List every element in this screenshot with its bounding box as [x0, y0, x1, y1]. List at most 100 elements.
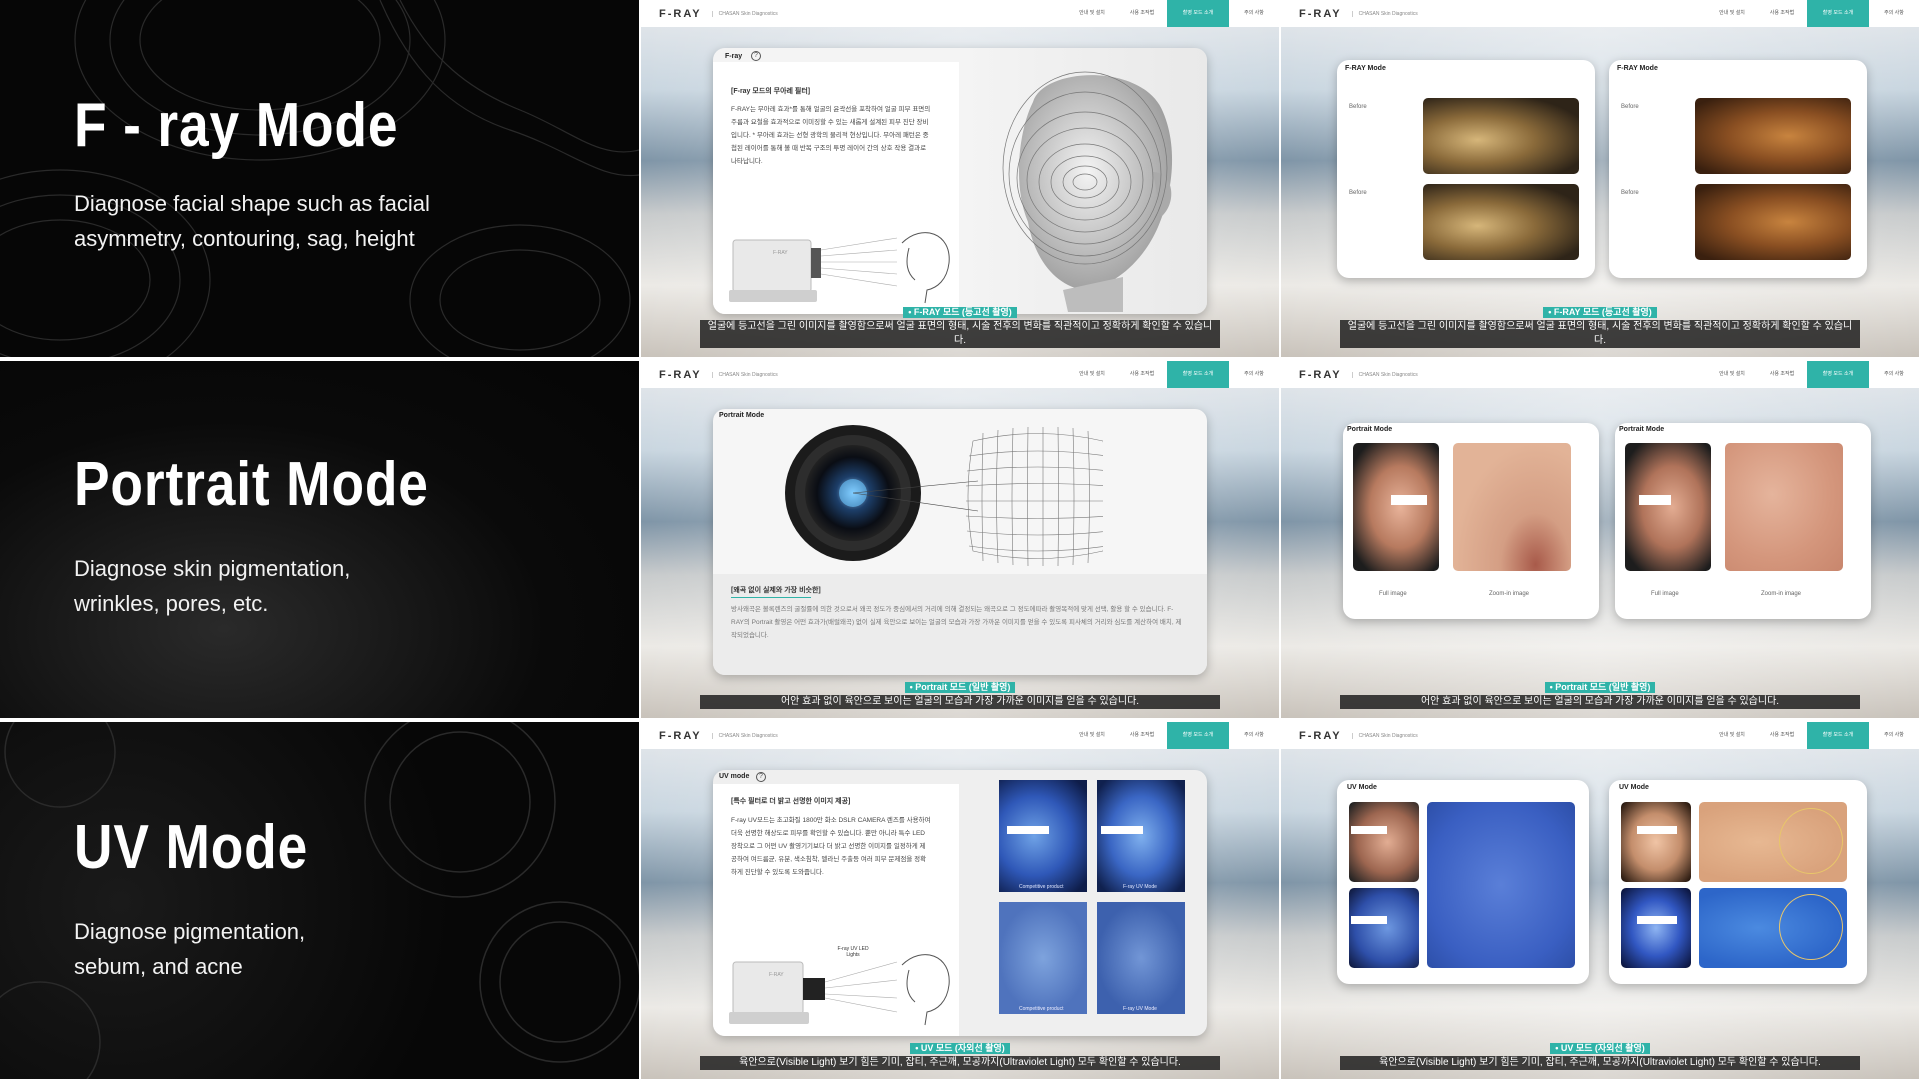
nav-item-modes[interactable]: 촬영 모드 소개 — [1807, 0, 1869, 27]
top-navbar: F-RAY CHASAN Skin Diagnostics 안내 및 설치 사용… — [1281, 0, 1919, 27]
nav-item-modes[interactable]: 촬영 모드 소개 — [1807, 361, 1869, 388]
full-image-label: Full image — [1651, 591, 1679, 597]
cheek-photo — [1695, 184, 1851, 260]
caption-tag: • Portrait 모드 (일반 촬영) — [1544, 682, 1656, 693]
nav-item-install[interactable]: 안내 및 설치 — [1707, 722, 1757, 749]
photo-label: Competitive product — [1019, 884, 1064, 890]
face-photo — [1625, 443, 1711, 571]
fray-slide-compare: F-RAY CHASAN Skin Diagnostics 안내 및 설치 사용… — [1281, 0, 1919, 357]
nav-item-install[interactable]: 안내 및 설치 — [1067, 361, 1117, 388]
brand-logo[interactable]: F-RAY — [659, 730, 702, 742]
portrait-slide-compare: F-RAY CHASAN Skin Diagnostics 안내 및 설치 사용… — [1281, 361, 1919, 718]
moire-photo — [1423, 184, 1579, 260]
lens-rings-decoration — [0, 722, 639, 1079]
uv-info-card: UV mode ? [특수 필터로 더 밝고 선명한 이미지 제공] F-ray… — [713, 770, 1207, 1036]
section-body: F-ray UV모드는 초고화질 1800만 화소 DSLR CAMERA 렌즈… — [731, 817, 931, 876]
moire-face-image — [1002, 71, 1173, 312]
moire-photo — [1423, 98, 1579, 174]
nav-menu: 안내 및 설치 사용 조작법 촬영 모드 소개 주의 사항 — [1707, 0, 1919, 27]
uv-photo-face: F-ray UV Mode — [1097, 780, 1185, 892]
uv-nose-photo — [1699, 888, 1847, 968]
nav-menu: 안내 및 설치 사용 조작법 촬영 모드 소개 주의 사항 — [1067, 722, 1279, 749]
caption-box: • UV 모드 (자외선 촬영) 육안으로(Visible Light) 보기 … — [641, 1038, 1279, 1070]
caption-text: 어안 효과 없이 육안으로 보이는 얼굴의 모습과 가장 가까운 이미지를 얻을… — [700, 695, 1220, 709]
nav-item-usage[interactable]: 사용 조작법 — [1757, 361, 1807, 388]
nav-item-install[interactable]: 안내 및 설치 — [1707, 361, 1757, 388]
nav-item-cautions[interactable]: 주의 사항 — [1869, 722, 1919, 749]
full-image-label: Full image — [1379, 591, 1407, 597]
nav-item-cautions[interactable]: 주의 사항 — [1229, 722, 1279, 749]
fray-intro-panel: F - ray Mode Diagnose facial shape such … — [0, 0, 639, 357]
card-tag: Portrait Mode — [1347, 426, 1393, 433]
nav-item-modes[interactable]: 촬영 모드 소개 — [1167, 722, 1229, 749]
row-fray: F - ray Mode Diagnose facial shape such … — [0, 0, 1920, 357]
nav-item-cautions[interactable]: 주의 사항 — [1229, 0, 1279, 27]
brand-subtitle: CHASAN Skin Diagnostics — [711, 371, 778, 378]
portrait-intro-panel: Portrait Mode Diagnose skin pigmentation… — [0, 361, 639, 718]
brand-logo[interactable]: F-RAY — [1299, 369, 1342, 381]
nav-item-modes[interactable]: 촬영 모드 소개 — [1167, 361, 1229, 388]
nav-item-usage[interactable]: 사용 조작법 — [1757, 0, 1807, 27]
nav-item-install[interactable]: 안내 및 설치 — [1067, 722, 1117, 749]
nav-item-usage[interactable]: 사용 조작법 — [1117, 722, 1167, 749]
nav-item-modes[interactable]: 촬영 모드 소개 — [1167, 0, 1229, 27]
brand-subtitle: CHASAN Skin Diagnostics — [1351, 10, 1418, 17]
device-label: F-RAY — [769, 972, 784, 978]
caption-box: • Portrait 모드 (일반 촬영) 어안 효과 없이 육안으로 보이는 … — [641, 677, 1279, 709]
caption-tag: • F-RAY 모드 (등고선 촬영) — [1543, 307, 1657, 318]
brand-logo[interactable]: F-RAY — [1299, 730, 1342, 742]
zoom-image-label: Zoom-in image — [1489, 591, 1530, 597]
nav-item-install[interactable]: 안내 및 설치 — [1067, 0, 1117, 27]
nav-item-install[interactable]: 안내 및 설치 — [1707, 0, 1757, 27]
nav-menu: 안내 및 설치 사용 조작법 촬영 모드 소개 주의 사항 — [1707, 722, 1919, 749]
fray-info-card: F-ray ? [F-ray 모드의 무아레 필터] F-RAY는 무아레 효과… — [713, 48, 1207, 314]
skin-zoom-photo — [1725, 443, 1843, 571]
top-navbar: F-RAY CHASAN Skin Diagnostics 안내 및 설치 사용… — [641, 361, 1279, 388]
top-navbar: F-RAY CHASAN Skin Diagnostics 안내 및 설치 사용… — [1281, 722, 1919, 749]
before-label: Before — [1621, 190, 1639, 196]
caption-tag: • F-RAY 모드 (등고선 촬영) — [903, 307, 1017, 318]
brand-logo[interactable]: F-RAY — [659, 8, 702, 20]
face-photo — [1621, 802, 1691, 882]
mode-title: Portrait Mode — [74, 450, 429, 519]
card-tag: Portrait Mode — [1619, 426, 1665, 433]
uv-skin-zoom — [1427, 802, 1575, 968]
photo-label: F-ray UV Mode — [1123, 884, 1157, 890]
uv-slide-info: F-RAY CHASAN Skin Diagnostics 안내 및 설치 사용… — [641, 722, 1279, 1079]
brand-subtitle: CHASAN Skin Diagnostics — [1351, 371, 1418, 378]
top-navbar: F-RAY CHASAN Skin Diagnostics 안내 및 설치 사용… — [641, 722, 1279, 749]
uv-photo-face: Competitive product — [999, 780, 1087, 892]
uv-face-photo — [1349, 888, 1419, 968]
card-tag: UV mode — [719, 773, 750, 780]
before-label: Before — [1621, 104, 1639, 110]
cheek-photo — [1695, 98, 1851, 174]
caption-text: 육안으로(Visible Light) 보기 힘든 기미, 잡티, 주근깨, 모… — [1340, 1056, 1860, 1070]
nav-item-cautions[interactable]: 주의 사항 — [1869, 361, 1919, 388]
brand-logo[interactable]: F-RAY — [659, 369, 702, 381]
brand-subtitle: CHASAN Skin Diagnostics — [711, 10, 778, 17]
nav-item-modes[interactable]: 촬영 모드 소개 — [1807, 722, 1869, 749]
nav-item-usage[interactable]: 사용 조작법 — [1757, 722, 1807, 749]
nav-item-usage[interactable]: 사용 조작법 — [1117, 361, 1167, 388]
uv-photo-skin: Competitive product — [999, 902, 1087, 1014]
section-body: 방사왜곡은 볼록렌즈의 굴절률에 의한 것으로서 왜곡 정도가 중심에서의 거리… — [731, 606, 1182, 639]
device-label: F-RAY — [773, 250, 788, 256]
card-tag: UV Mode — [1619, 784, 1649, 791]
caption-box: • F-RAY 모드 (등고선 촬영) 얼굴에 등고선을 그린 이미지를 촬영함… — [1281, 302, 1919, 348]
brand-logo[interactable]: F-RAY — [1299, 8, 1342, 20]
nav-menu: 안내 및 설치 사용 조작법 촬영 모드 소개 주의 사항 — [1707, 361, 1919, 388]
row-uv: UV Mode Diagnose pigmentation, sebum, an… — [0, 722, 1920, 1079]
info-icon[interactable]: ? — [756, 772, 766, 782]
caption-tag: • UV 모드 (자외선 촬영) — [1550, 1043, 1650, 1054]
info-icon[interactable]: ? — [751, 51, 761, 61]
nav-item-cautions[interactable]: 주의 사항 — [1229, 361, 1279, 388]
mode-description: Diagnose facial shape such as facial asy… — [74, 191, 430, 251]
brand-subtitle: CHASAN Skin Diagnostics — [1351, 732, 1418, 739]
mode-description: Diagnose skin pigmentation, wrinkles, po… — [74, 556, 351, 616]
face-photo — [1349, 802, 1419, 882]
nav-menu: 안내 및 설치 사용 조작법 촬영 모드 소개 주의 사항 — [1067, 0, 1279, 27]
section-heading: [왜곡 없이 실제와 가장 비슷한] — [731, 587, 821, 594]
nav-item-usage[interactable]: 사용 조작법 — [1117, 0, 1167, 27]
nav-item-cautions[interactable]: 주의 사항 — [1869, 0, 1919, 27]
portrait-slide-info: F-RAY CHASAN Skin Diagnostics 안내 및 설치 사용… — [641, 361, 1279, 718]
